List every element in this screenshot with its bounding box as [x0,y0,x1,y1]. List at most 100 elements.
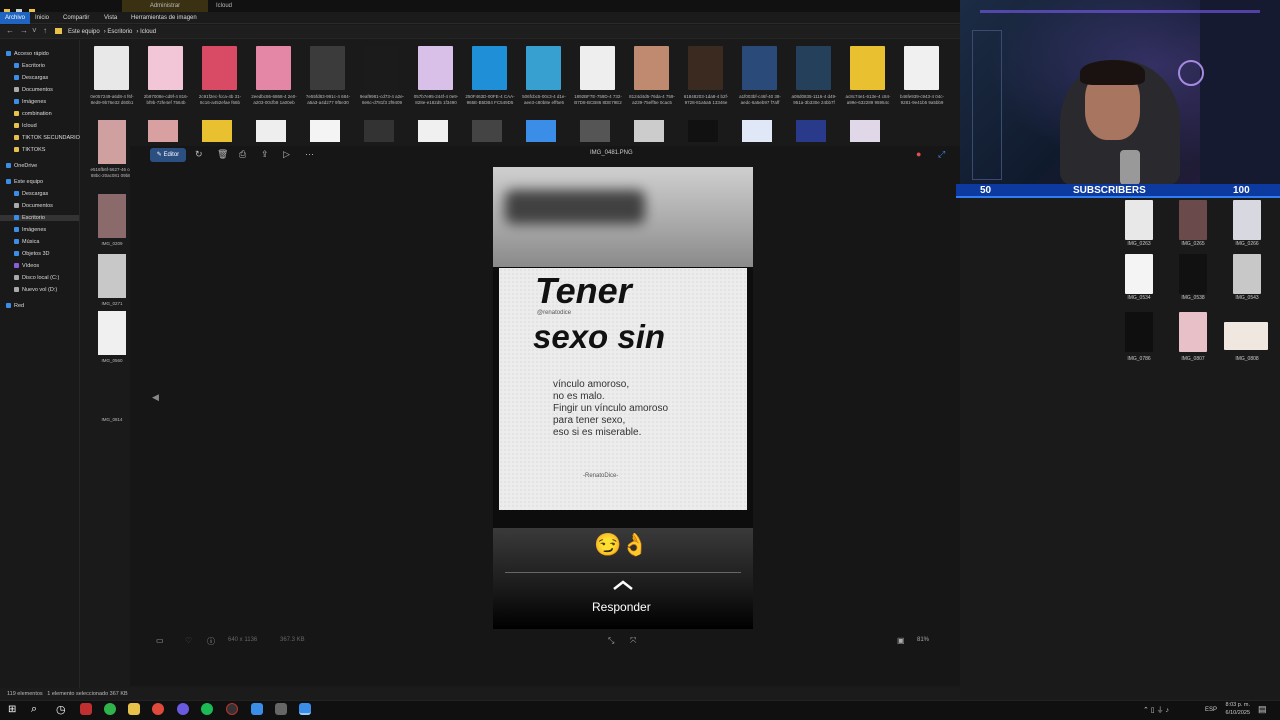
file-thumbnail[interactable] [1179,200,1207,240]
editor-button[interactable]: ✎ Editor [150,148,186,162]
file-thumbnail[interactable] [310,120,340,142]
ribbon-tab-vista[interactable]: Vista [104,12,117,24]
file-thumbnail[interactable] [148,46,183,90]
file-thumbnail[interactable] [904,46,939,90]
file-thumbnail[interactable] [1125,200,1153,240]
file-thumbnail[interactable] [1224,322,1268,350]
discord-icon[interactable] [177,703,189,715]
sidebar-item[interactable]: Descargas [14,75,48,81]
sidebar-item[interactable]: Documentos [14,203,53,209]
sidebar-item[interactable]: Nuevo vol (D:) [14,287,57,293]
rotate-icon[interactable]: ↻ [195,149,203,160]
sidebar-item[interactable]: Icloud [14,123,37,129]
share-icon[interactable]: ⇪ [261,149,269,160]
input-language[interactable]: ESP [1205,707,1217,713]
sidebar-item[interactable]: Escritorio [0,215,79,221]
ribbon-tab-compartir[interactable]: Compartir [63,12,89,24]
notifications-icon[interactable]: ▤ [1258,704,1267,715]
sidebar-item[interactable]: TIKTOK SECUNDARIO [14,135,80,141]
file-thumbnail[interactable] [580,120,610,142]
filmstrip-icon[interactable]: ▭ [156,636,164,645]
task-view-icon[interactable]: ◷ [56,703,66,716]
file-thumbnail[interactable] [256,120,286,142]
file-thumbnail[interactable] [742,46,777,90]
slideshow-icon[interactable]: ▷ [283,149,290,160]
actual-size-icon[interactable]: ⤧ [630,636,636,646]
expand-icon[interactable]: ⤢ [938,149,945,160]
quick-access-toolbar[interactable] [4,2,44,15]
file-thumbnail[interactable] [98,194,126,238]
ribbon-tab-herramientas[interactable]: Herramientas de imagen [131,12,197,24]
search-icon[interactable]: ⌕ [31,703,37,716]
forward-arrow-icon[interactable]: → [20,26,28,35]
file-thumbnail[interactable] [688,46,723,90]
taskbar-app-icon[interactable] [251,703,263,715]
file-thumbnail[interactable] [472,46,507,90]
ribbon-tab-archivo[interactable]: Archivo [0,12,31,24]
file-explorer-icon[interactable] [128,703,140,715]
file-thumbnail[interactable] [1179,312,1207,352]
delete-icon[interactable]: 🗑 [217,149,228,160]
taskbar-app-icon[interactable] [80,703,92,715]
file-thumbnail[interactable] [256,46,291,90]
obs-icon[interactable] [226,703,238,715]
file-thumbnail[interactable] [202,46,237,90]
previous-arrow-icon[interactable]: ◀ [152,392,159,403]
file-thumbnail[interactable] [1233,254,1261,294]
file-thumbnail[interactable] [364,120,394,142]
sidebar-item[interactable]: combination [14,111,52,117]
file-thumbnail[interactable] [796,46,831,90]
info-icon[interactable]: ⓘ [207,636,215,647]
sidebar-item[interactable]: Disco local (C:) [14,275,59,281]
sidebar-item[interactable]: Este equipo [6,179,43,185]
file-thumbnail[interactable] [98,370,126,414]
clock-date[interactable]: 6/10/2025 [1222,710,1250,716]
file-thumbnail[interactable] [526,120,556,142]
file-thumbnail[interactable] [94,46,129,90]
spotify-icon[interactable] [201,703,213,715]
file-thumbnail[interactable] [580,46,615,90]
file-thumbnail[interactable] [98,311,126,355]
sidebar-item[interactable]: Música [14,239,39,245]
sidebar-item[interactable]: Descargas [14,191,48,197]
more-options-icon[interactable]: ⋯ [305,149,314,160]
fit-icon[interactable]: ⤡ [608,636,614,646]
file-thumbnail[interactable] [1125,312,1153,352]
clock-time[interactable]: 8:03 p. m. [1222,702,1250,708]
sidebar-item[interactable]: TIKTOKS [14,147,45,153]
taskbar-app-icon[interactable] [275,703,287,715]
sidebar-item[interactable]: OneDrive [6,163,37,169]
chrome-icon[interactable] [152,703,164,715]
favorite-icon[interactable]: ♡ [185,636,192,645]
whatsapp-icon[interactable] [104,703,116,715]
chevron-down-icon[interactable]: ˅ [32,26,37,35]
fit-window-icon[interactable]: ▣ [897,636,905,645]
app-icon[interactable]: ● [916,149,921,159]
breadcrumb-icloud[interactable]: Icloud [140,29,156,35]
file-thumbnail[interactable] [1125,254,1153,294]
file-thumbnail[interactable] [418,120,448,142]
sidebar-item[interactable]: Vídeos [14,263,39,269]
file-thumbnail[interactable] [796,120,826,142]
sidebar-item[interactable]: Red [6,303,24,309]
print-icon[interactable]: ⎙ [239,149,246,160]
file-thumbnail[interactable] [202,120,232,142]
sidebar-item[interactable]: Objetos 3D [14,251,50,257]
tab-administrar[interactable]: Administrar [122,0,208,12]
sidebar-item[interactable]: Acceso rápido [6,51,49,57]
sidebar-item[interactable]: Imágenes [14,99,46,105]
reply-button[interactable]: Responder [592,600,651,614]
zoom-level[interactable]: 81% [917,637,929,643]
file-thumbnail[interactable] [850,120,880,142]
sidebar-item[interactable]: Escritorio [14,63,45,69]
file-thumbnail[interactable] [472,120,502,142]
file-thumbnail[interactable] [98,254,126,298]
file-thumbnail[interactable] [850,46,885,90]
sidebar-item[interactable]: Imágenes [14,227,46,233]
breadcrumb[interactable]: Este equipo › Escritorio › Icloud [68,25,160,39]
up-arrow-icon[interactable]: ↑ [43,26,47,35]
file-thumbnail[interactable] [688,120,718,142]
file-thumbnail[interactable] [310,46,345,90]
chevron-up-icon[interactable] [612,580,634,590]
file-thumbnail[interactable] [526,46,561,90]
